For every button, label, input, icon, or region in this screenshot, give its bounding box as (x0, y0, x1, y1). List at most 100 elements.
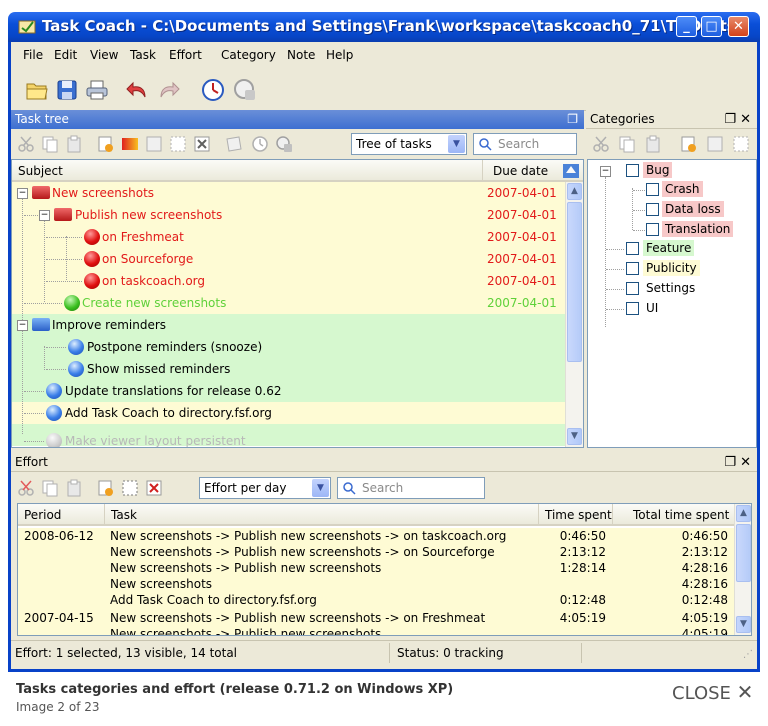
menu-view[interactable]: View (90, 48, 118, 62)
category-data-loss[interactable]: Data loss (662, 201, 724, 217)
start-tracking-icon[interactable] (201, 78, 225, 102)
category-checkbox[interactable] (626, 282, 639, 295)
save-icon[interactable] (55, 78, 79, 102)
task-scrollbar[interactable]: ▲ ▼ (565, 182, 583, 447)
effort-view-select[interactable]: Effort per day ▼ (199, 477, 331, 499)
collapse-icon[interactable]: − (39, 210, 50, 221)
paste-icon[interactable] (65, 479, 83, 497)
lightbox-close-button[interactable]: CLOSE ✕ (672, 680, 753, 704)
column-due-date[interactable]: Due date (482, 160, 583, 182)
note-icon[interactable] (225, 135, 243, 153)
menu-note[interactable]: Note (287, 48, 315, 62)
effort-scrollbar[interactable]: ▲ ▼ (734, 504, 751, 635)
print-icon[interactable] (85, 78, 109, 102)
menu-task[interactable]: Task (130, 48, 156, 62)
category-checkbox[interactable] (626, 302, 639, 315)
copy-icon[interactable] (618, 135, 636, 153)
effort-row[interactable]: New screenshots 4:28:16 (18, 576, 734, 593)
panel-close-icon[interactable]: ❐ ✕ (724, 453, 751, 472)
edit-task-icon[interactable] (145, 135, 163, 153)
column-total-time[interactable]: Total time spent (612, 504, 734, 526)
menu-help[interactable]: Help (326, 48, 353, 62)
scroll-thumb[interactable] (567, 202, 582, 362)
category-crash[interactable]: Crash (662, 181, 703, 197)
task-row[interactable]: Update translations for release 0.62 (12, 380, 565, 402)
effort-search-input[interactable]: Search (337, 477, 485, 499)
column-time-spent[interactable]: Time spent (538, 504, 612, 526)
task-row[interactable]: on Sourceforge 2007-04-01 (12, 248, 565, 270)
paste-icon[interactable] (65, 135, 83, 153)
category-checkbox[interactable] (646, 183, 659, 196)
close-button[interactable]: ✕ (728, 16, 749, 37)
category-feature[interactable]: Feature (643, 240, 695, 256)
new-category-icon[interactable] (680, 135, 698, 153)
scroll-down-icon[interactable]: ▼ (736, 616, 751, 633)
delete-effort-icon[interactable] (145, 479, 163, 497)
effort-row[interactable]: New screenshots -> Publish new screensho… (18, 626, 734, 635)
cut-icon[interactable] (17, 479, 35, 497)
task-view-select[interactable]: Tree of tasks ▼ (351, 133, 467, 155)
open-file-icon[interactable] (25, 78, 49, 102)
collapse-icon[interactable]: − (17, 188, 28, 199)
column-task[interactable]: Task (104, 504, 538, 526)
collapse-icon[interactable]: − (17, 320, 28, 331)
task-row[interactable]: on Freshmeat 2007-04-01 (12, 226, 565, 248)
task-row[interactable]: Show missed reminders (12, 358, 565, 380)
delete-icon[interactable] (193, 135, 211, 153)
undo-icon[interactable] (125, 78, 149, 102)
category-publicity[interactable]: Publicity (643, 260, 700, 276)
category-settings[interactable]: Settings (643, 280, 698, 296)
task-row[interactable]: − New screenshots 2007-04-01 (12, 182, 565, 204)
cut-icon[interactable] (592, 135, 610, 153)
effort-row[interactable]: 2008-06-12 New screenshots -> Publish ne… (18, 528, 734, 545)
paste-icon[interactable] (644, 135, 662, 153)
category-checkbox[interactable] (626, 164, 639, 177)
effort-row[interactable]: New screenshots -> Publish new screensho… (18, 560, 734, 577)
maximize-panel-icon[interactable]: ❐ (567, 110, 578, 129)
cut-icon[interactable] (17, 135, 35, 153)
new-task-icon[interactable] (97, 135, 115, 153)
start-effort-icon[interactable] (251, 135, 269, 153)
task-row[interactable]: on taskcoach.org 2007-04-01 (12, 270, 565, 292)
menu-effort[interactable]: Effort (169, 48, 202, 62)
mark-complete-icon[interactable] (169, 135, 187, 153)
task-row[interactable]: Make viewer layout persistent (12, 430, 565, 447)
menu-edit[interactable]: Edit (54, 48, 77, 62)
new-subtask-icon[interactable] (121, 135, 139, 153)
category-checkbox[interactable] (626, 242, 639, 255)
resize-grip-icon[interactable]: ⋰ (743, 643, 753, 667)
category-bug[interactable]: Bug (643, 162, 673, 178)
task-row[interactable]: Add Task Coach to directory.fsf.org (12, 402, 565, 424)
title-bar[interactable]: Task Coach - C:\Documents and Settings\F… (8, 12, 760, 42)
category-ui[interactable]: UI (643, 300, 661, 316)
task-search-input[interactable]: Search (473, 133, 577, 155)
minimize-button[interactable]: _ (676, 16, 697, 37)
effort-row[interactable]: Add Task Coach to directory.fsf.org 0:12… (18, 592, 734, 609)
task-row[interactable]: Create new screenshots 2007-04-01 (12, 292, 565, 314)
menu-file[interactable]: File (23, 48, 43, 62)
effort-row[interactable]: New screenshots -> Publish new screensho… (18, 544, 734, 561)
sort-icon[interactable] (563, 164, 579, 178)
chevron-down-icon[interactable]: ▼ (312, 479, 329, 497)
edit-category-icon[interactable] (732, 135, 750, 153)
task-row[interactable]: − Improve reminders (12, 314, 565, 336)
edit-effort-icon[interactable] (121, 479, 139, 497)
category-translation[interactable]: Translation (662, 221, 734, 237)
column-period[interactable]: Period (18, 504, 104, 526)
task-row[interactable]: − Publish new screenshots 2007-04-01 (12, 204, 565, 226)
maximize-button[interactable]: □ (701, 16, 722, 37)
new-subcategory-icon[interactable] (706, 135, 724, 153)
new-effort-icon[interactable] (97, 479, 115, 497)
column-subject[interactable]: Subject (12, 160, 482, 182)
scroll-up-icon[interactable]: ▲ (567, 183, 582, 200)
copy-icon[interactable] (41, 479, 59, 497)
menu-category[interactable]: Category (221, 48, 276, 62)
scroll-down-icon[interactable]: ▼ (567, 428, 582, 445)
stop-effort-icon[interactable] (275, 135, 293, 153)
copy-icon[interactable] (41, 135, 59, 153)
stop-tracking-icon[interactable] (233, 78, 257, 102)
chevron-down-icon[interactable]: ▼ (448, 135, 465, 153)
category-checkbox[interactable] (626, 262, 639, 275)
panel-close-icon[interactable]: ❐ ✕ (724, 110, 751, 129)
category-checkbox[interactable] (646, 203, 659, 216)
